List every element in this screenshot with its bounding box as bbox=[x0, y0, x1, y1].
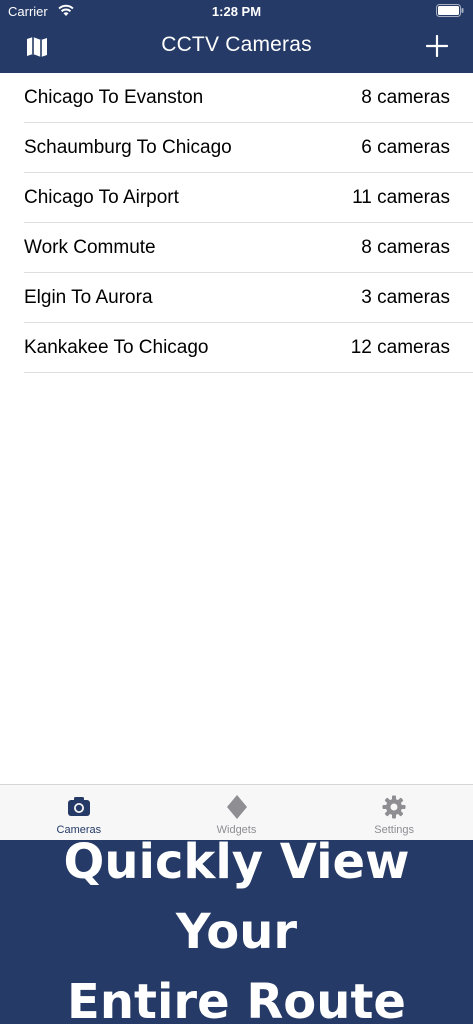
route-name: Work Commute bbox=[24, 236, 156, 258]
route-row-schaumburg-chicago[interactable]: Schaumburg To Chicago 6 cameras bbox=[24, 123, 473, 173]
camera-count: 12 cameras bbox=[350, 336, 450, 358]
diamond-icon bbox=[226, 795, 247, 819]
route-name: Elgin To Aurora bbox=[24, 286, 153, 308]
header: Carrier 1:28 PM CCTV Cameras bbox=[0, 0, 473, 73]
promo-line-1: Quickly View Your bbox=[63, 834, 410, 960]
camera-icon bbox=[67, 797, 90, 816]
route-name: Chicago To Airport bbox=[24, 186, 179, 208]
route-row-kankakee-chicago[interactable]: Kankakee To Chicago 12 cameras bbox=[24, 323, 473, 373]
gear-icon bbox=[382, 795, 406, 819]
route-row-chicago-evanston[interactable]: Chicago To Evanston 8 cameras bbox=[24, 73, 473, 123]
nav-bar: CCTV Cameras bbox=[0, 22, 473, 73]
add-route-button[interactable] bbox=[426, 35, 448, 57]
camera-count: 11 cameras bbox=[352, 186, 450, 208]
route-row-work-commute[interactable]: Work Commute 8 cameras bbox=[24, 223, 473, 273]
camera-count: 8 cameras bbox=[361, 86, 450, 108]
route-name: Chicago To Evanston bbox=[24, 86, 204, 108]
status-time: 1:28 PM bbox=[211, 4, 262, 19]
promo-banner: Quickly View Your Entire Route bbox=[0, 834, 473, 1024]
route-row-elgin-aurora[interactable]: Elgin To Aurora 3 cameras bbox=[24, 273, 473, 323]
camera-count: 3 cameras bbox=[361, 286, 450, 308]
route-name: Schaumburg To Chicago bbox=[24, 136, 232, 158]
page-title: CCTV Cameras bbox=[161, 33, 312, 56]
camera-count: 6 cameras bbox=[361, 136, 450, 158]
battery-icon bbox=[436, 4, 464, 17]
app-screen: Carrier 1:28 PM CCTV Cameras Chicago To … bbox=[0, 0, 473, 1024]
status-bar: Carrier 1:28 PM bbox=[0, 0, 473, 22]
promo-line-2: Entire Route bbox=[67, 974, 406, 1024]
route-row-chicago-airport[interactable]: Chicago To Airport 11 cameras bbox=[24, 173, 473, 223]
camera-count: 8 cameras bbox=[361, 236, 450, 258]
route-name: Kankakee To Chicago bbox=[24, 336, 209, 358]
promo-headline: Quickly View Your Entire Route bbox=[0, 827, 473, 1024]
route-list: Chicago To Evanston 8 cameras Schaumburg… bbox=[0, 73, 473, 373]
